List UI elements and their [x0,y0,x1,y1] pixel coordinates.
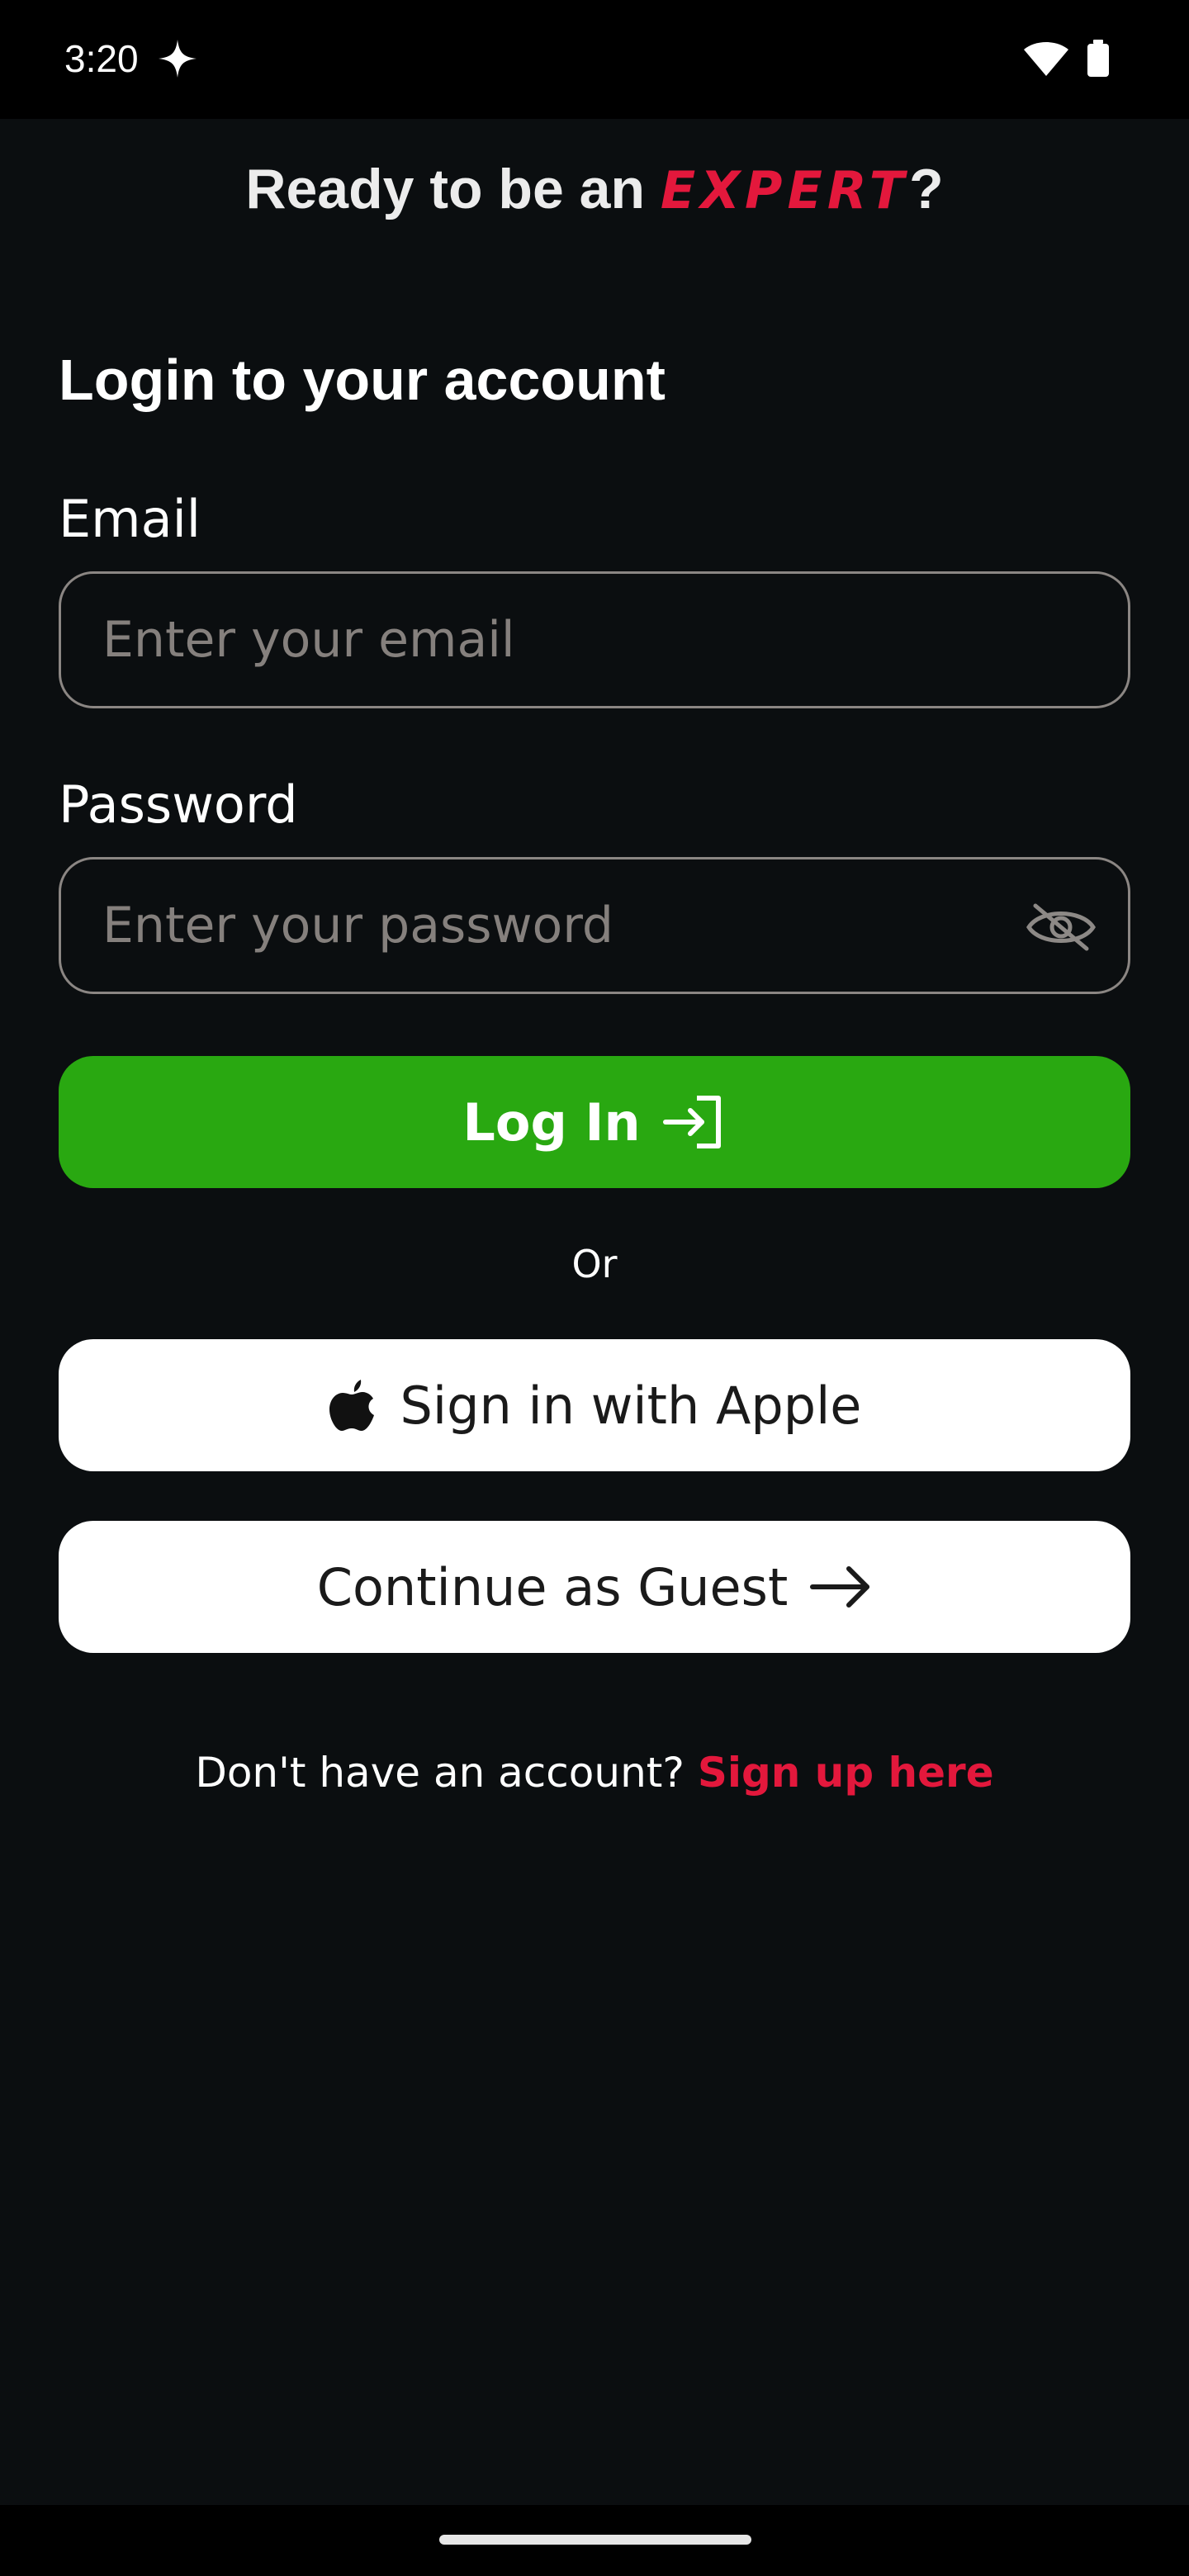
brand-logo-expert: EXPERT [660,160,910,220]
password-field[interactable] [102,859,1011,992]
sign-in-with-apple-button[interactable]: Sign in with Apple [59,1339,1130,1471]
eye-off-icon[interactable] [1024,901,1098,954]
email-field[interactable] [102,574,1011,706]
email-field-container[interactable] [59,571,1130,708]
apple-button-label: Sign in with Apple [400,1375,862,1436]
login-screen [0,119,1189,2505]
continue-as-guest-button[interactable]: Continue as Guest [59,1521,1130,1653]
email-label: Email [59,489,201,549]
password-field-container[interactable] [59,857,1130,994]
signup-prompt: Don't have an account? Sign up here [0,1749,1189,1797]
home-gesture-handle[interactable] [439,2535,751,2545]
apple-icon [329,1380,374,1431]
headline-suffix: ? [909,158,944,220]
arrow-right-icon [810,1566,870,1608]
login-icon [662,1096,721,1148]
sign-up-link[interactable]: Sign up here [698,1749,994,1797]
page-headline: Ready to be an EXPERT? [0,157,1189,221]
page-title: Login to your account [59,348,666,412]
divider-or: Or [571,1242,618,1286]
signup-prompt-text: Don't have an account? [195,1749,685,1797]
battery-icon [1087,40,1109,77]
headline-prefix: Ready to be an [245,158,661,220]
login-button[interactable]: Log In [59,1056,1130,1188]
login-button-label: Log In [462,1091,641,1153]
sparkle-icon [159,40,197,78]
status-bar: 3:20 [0,0,1189,119]
guest-button-label: Continue as Guest [316,1556,789,1617]
wifi-icon [1024,42,1068,76]
password-label: Password [59,774,298,835]
status-time: 3:20 [64,37,139,80]
